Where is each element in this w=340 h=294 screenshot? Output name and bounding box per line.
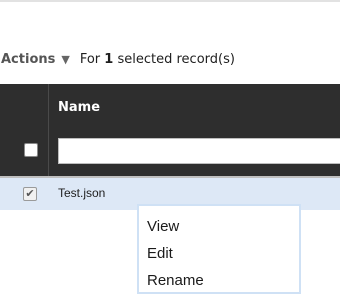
selection-suffix: selected record(s) bbox=[113, 51, 235, 67]
selected-count: 1 bbox=[104, 51, 114, 67]
grid-toolbar: Actions ▼ For 1 selected record(s) bbox=[0, 44, 340, 74]
selection-prefix: For bbox=[79, 51, 105, 67]
column-divider bbox=[48, 84, 49, 176]
caret-down-icon: ▼ bbox=[61, 52, 70, 66]
selection-info: For 1 selected record(s) bbox=[80, 52, 235, 67]
actions-dropdown-button[interactable]: Actions ▼ bbox=[1, 48, 70, 70]
top-border bbox=[0, 0, 340, 2]
checkmark-icon: ✔ bbox=[25, 187, 35, 200]
menu-item-view[interactable]: View bbox=[147, 218, 179, 235]
row-name-cell: Test.json bbox=[58, 186, 106, 200]
column-header-name[interactable]: Name bbox=[58, 100, 100, 115]
row-checkbox[interactable]: ✔ bbox=[23, 187, 37, 201]
menu-item-edit[interactable]: Edit bbox=[147, 245, 173, 262]
select-all-checkbox[interactable] bbox=[24, 143, 38, 157]
name-filter-input[interactable] bbox=[58, 138, 340, 164]
actions-label: Actions bbox=[1, 51, 56, 67]
context-menu: View Edit Rename bbox=[137, 204, 301, 294]
menu-item-rename[interactable]: Rename bbox=[147, 272, 204, 289]
